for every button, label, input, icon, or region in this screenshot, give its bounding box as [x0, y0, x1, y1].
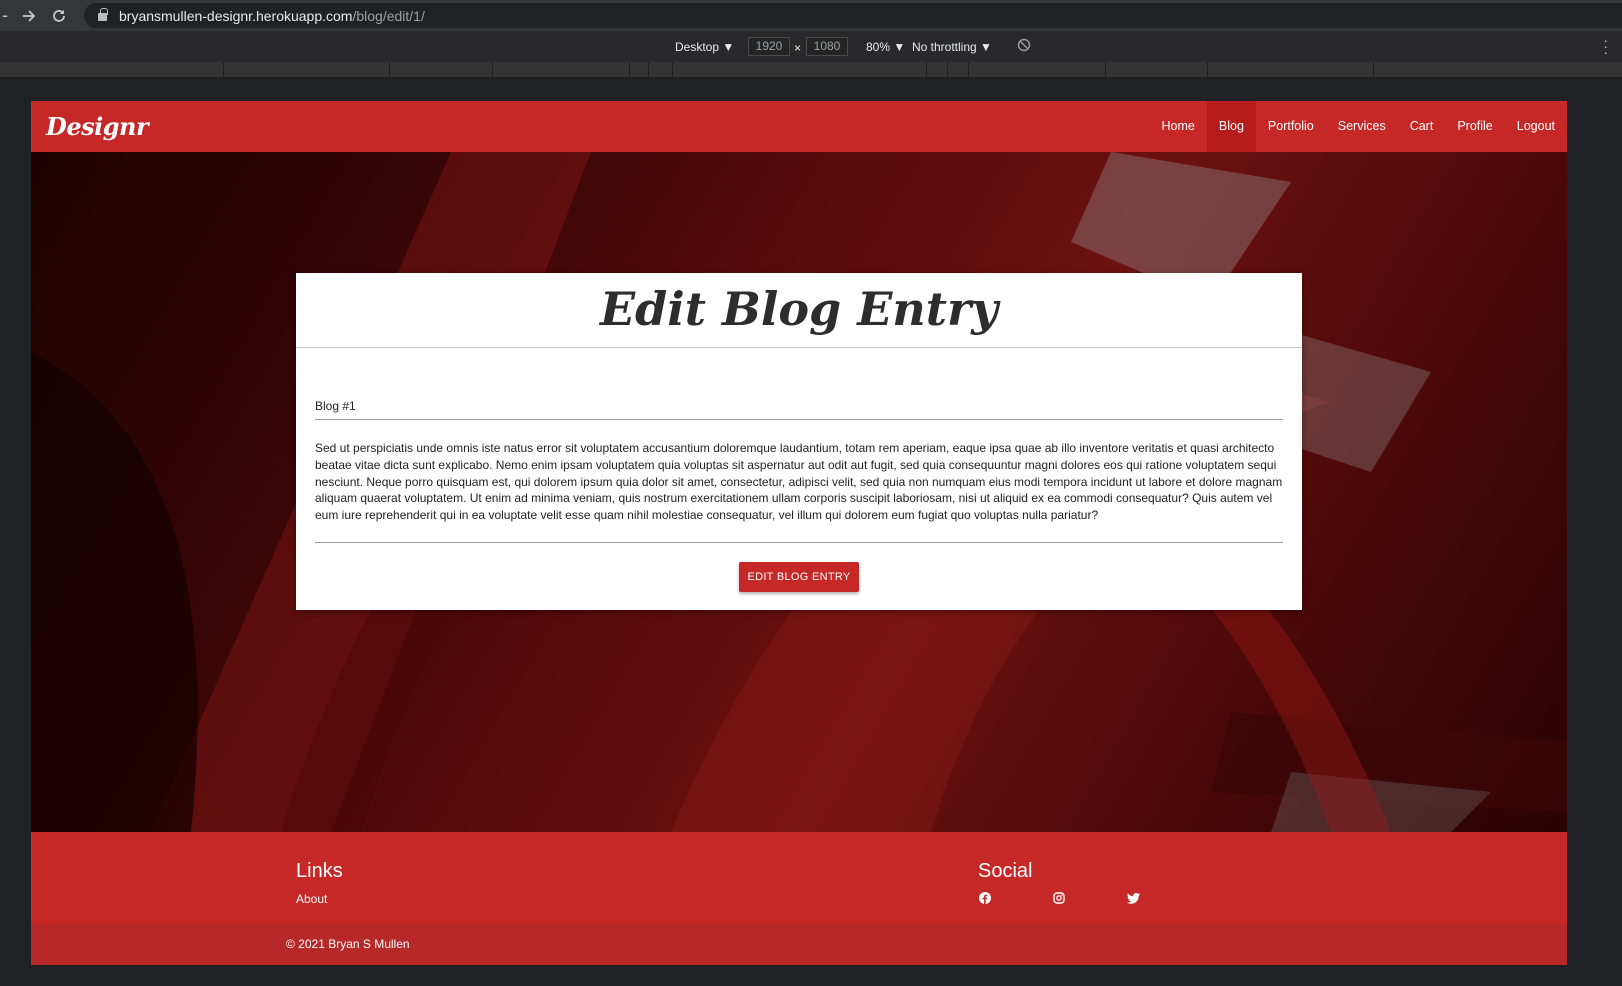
- device-toolbar: Desktop ▼ 1920 × 1080 80% ▼ No throttlin…: [0, 31, 1622, 62]
- nav-profile[interactable]: Profile: [1445, 101, 1504, 152]
- brand-logo[interactable]: Designr: [46, 112, 149, 141]
- twitter-icon[interactable]: [1126, 891, 1140, 905]
- throttling-select[interactable]: No throttling ▼: [912, 40, 992, 54]
- url-path: /blog/edit/1/: [352, 7, 425, 24]
- body-textarea[interactable]: Sed ut perspiciatis unde omnis iste natu…: [315, 440, 1283, 543]
- back-icon[interactable]: -: [0, 0, 10, 31]
- nav-cart[interactable]: Cart: [1398, 101, 1446, 152]
- social-heading: Social: [978, 860, 1033, 882]
- copyright-bar: © 2021 Bryan S Mullen: [31, 924, 1567, 965]
- links-heading: Links: [296, 860, 343, 882]
- address-bar[interactable]: bryansmullen-designr.herokuapp.com/blog/…: [84, 3, 1622, 28]
- facebook-icon[interactable]: [978, 891, 992, 905]
- nav-links: Home Blog Portfolio Services Cart Profil…: [1150, 101, 1567, 152]
- site-footer: Links About Social: [31, 832, 1567, 924]
- edit-blog-card: Edit Blog Entry Blog #1 Sed ut perspicia…: [296, 273, 1302, 610]
- site-navbar: Designr Home Blog Portfolio Services Car…: [31, 101, 1567, 152]
- nav-blog[interactable]: Blog: [1206, 101, 1256, 152]
- copyright-text: © 2021 Bryan S Mullen: [286, 937, 410, 951]
- about-link[interactable]: About: [296, 892, 327, 906]
- url-host: bryansmullen-designr.herokuapp.com: [119, 7, 353, 24]
- nav-portfolio[interactable]: Portfolio: [1256, 101, 1326, 152]
- page-title: Edit Blog Entry: [296, 273, 1302, 348]
- browser-toolbar: - bryansmullen-designr.herokuapp.com/blo…: [0, 0, 1622, 31]
- edit-blog-entry-button[interactable]: EDIT BLOG ENTRY: [739, 562, 859, 592]
- emulated-page: Designr Home Blog Portfolio Services Car…: [31, 101, 1567, 965]
- nav-logout[interactable]: Logout: [1505, 101, 1567, 152]
- more-options-icon[interactable]: · · ·: [1603, 33, 1608, 59]
- nav-home[interactable]: Home: [1150, 101, 1207, 152]
- instagram-icon[interactable]: [1052, 891, 1066, 905]
- height-input[interactable]: 1080: [806, 37, 848, 56]
- device-select[interactable]: Desktop ▼: [675, 40, 734, 54]
- nav-services[interactable]: Services: [1326, 101, 1398, 152]
- zoom-select[interactable]: 80% ▼: [866, 40, 905, 54]
- title-field[interactable]: Blog #1: [315, 388, 1283, 420]
- width-input[interactable]: 1920: [748, 37, 790, 56]
- reload-icon[interactable]: [44, 0, 74, 31]
- lock-icon: [98, 8, 108, 21]
- hero-background: Edit Blog Entry Blog #1 Sed ut perspicia…: [31, 152, 1567, 832]
- dimension-separator: ×: [794, 41, 802, 55]
- forward-icon[interactable]: [14, 0, 44, 31]
- media-query-ruler: [0, 62, 1622, 78]
- rotate-icon[interactable]: [1017, 38, 1031, 55]
